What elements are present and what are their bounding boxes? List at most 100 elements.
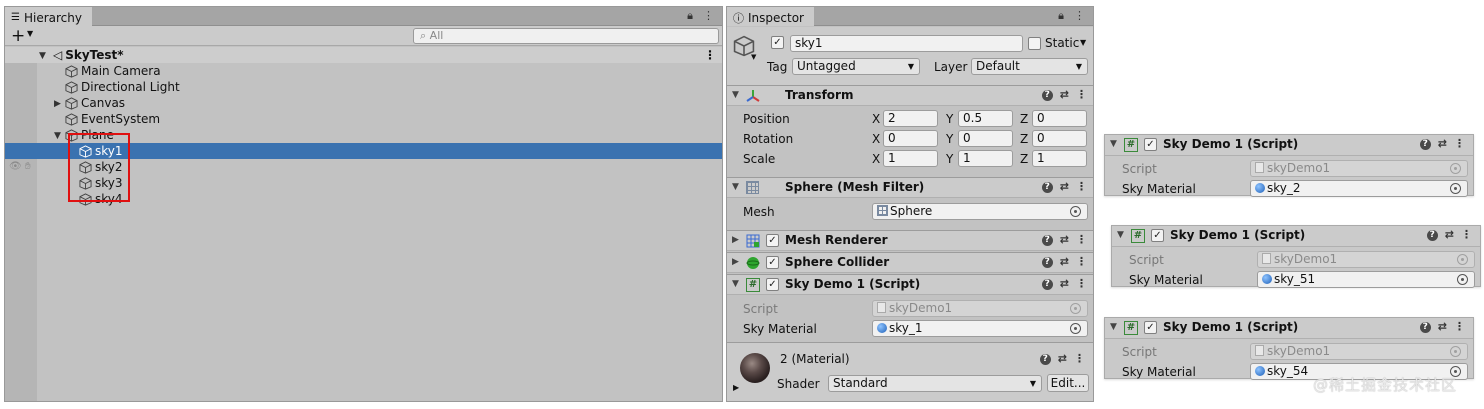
object-name-field[interactable]: sky1	[790, 35, 1023, 52]
active-checkbox[interactable]: ✓	[771, 36, 784, 49]
scale-z-field[interactable]: 1	[1032, 150, 1087, 167]
mesh-filter-header[interactable]: ▼ Sphere (Mesh Filter) ? ⇄ ⋮	[727, 177, 1093, 198]
axis-y-label[interactable]: Y	[946, 152, 953, 166]
preset-icon[interactable]: ⇄	[1060, 233, 1069, 246]
sky-material-field[interactable]: sky_2	[1250, 180, 1468, 197]
help-icon[interactable]: ?	[1041, 257, 1053, 268]
object-picker-icon[interactable]	[1450, 183, 1461, 194]
help-icon[interactable]: ?	[1041, 279, 1053, 290]
axis-z-label[interactable]: Z	[1020, 152, 1028, 166]
enabled-checkbox[interactable]: ✓	[1144, 321, 1157, 334]
visibility-icon[interactable]: 👁︎ ✋︎	[9, 159, 31, 175]
preset-icon[interactable]: ⇄	[1060, 255, 1069, 268]
more-icon[interactable]: ⋮	[1076, 233, 1087, 246]
sky-demo-header[interactable]: ▼ # ✓ Sky Demo 1 (Script) ? ⇄ ⋮	[727, 274, 1093, 295]
help-icon[interactable]: ?	[1041, 235, 1053, 246]
help-icon[interactable]: ?	[1041, 182, 1053, 193]
mesh-field[interactable]: Sphere	[872, 203, 1088, 220]
enabled-checkbox[interactable]: ✓	[766, 278, 779, 291]
preset-icon[interactable]: ⇄	[1438, 320, 1447, 333]
tag-dropdown[interactable]: Untagged ▼	[792, 58, 920, 75]
help-icon[interactable]: ?	[1419, 139, 1431, 150]
hierarchy-item[interactable]: Main Camera	[5, 63, 722, 79]
scene-row[interactable]: ▼ ◁ SkyTest* ⋮	[5, 47, 722, 64]
rotation-z-field[interactable]: 0	[1032, 130, 1087, 147]
enabled-checkbox[interactable]: ✓	[1144, 138, 1157, 151]
scale-y-field[interactable]: 1	[958, 150, 1013, 167]
expand-arrow-icon[interactable]: ▼	[39, 48, 46, 64]
sky-material-field[interactable]: sky_1	[872, 320, 1088, 337]
rotation-y-field[interactable]: 0	[958, 130, 1013, 147]
rotation-x-field[interactable]: 0	[883, 130, 938, 147]
hierarchy-item[interactable]: EventSystem	[5, 111, 722, 127]
search-input[interactable]: ⌕ All	[413, 28, 719, 44]
sky-material-field[interactable]: sky_51	[1257, 271, 1475, 288]
hierarchy-item[interactable]: Directional Light	[5, 79, 722, 95]
preset-icon[interactable]: ⇄	[1060, 180, 1069, 193]
preset-icon[interactable]: ⇄	[1058, 352, 1067, 365]
sky-demo-header[interactable]: ▼ # ✓ Sky Demo 1 (Script) ? ⇄ ⋮	[1112, 226, 1480, 247]
enabled-checkbox[interactable]: ✓	[766, 256, 779, 269]
more-icon[interactable]: ⋮	[1461, 228, 1472, 241]
position-x-field[interactable]: 2	[883, 110, 938, 127]
more-icon[interactable]: ⋮	[1454, 137, 1465, 150]
more-icon[interactable]: ⋮	[1074, 9, 1085, 23]
hierarchy-tab[interactable]: ☰ Hierarchy	[5, 7, 92, 26]
preset-icon[interactable]: ⇄	[1060, 277, 1069, 290]
fold-arrow-icon[interactable]: ▼	[1110, 139, 1117, 149]
help-icon[interactable]: ?	[1041, 90, 1053, 101]
axis-x-label[interactable]: X	[872, 152, 880, 166]
sky-demo-header[interactable]: ▼ # ✓ Sky Demo 1 (Script) ? ⇄ ⋮	[1105, 318, 1473, 339]
fold-arrow-icon[interactable]: ▼	[732, 182, 739, 192]
fold-arrow-icon[interactable]: ▶	[733, 383, 739, 392]
edit-shader-button[interactable]: Edit...	[1047, 374, 1089, 392]
axis-y-label[interactable]: Y	[946, 132, 953, 146]
axis-y-label[interactable]: Y	[946, 112, 953, 126]
expand-arrow-icon[interactable]: ▶	[54, 96, 61, 112]
caret-down-icon[interactable]: ▼	[27, 29, 33, 38]
sphere-collider-header[interactable]: ▶ ✓ Sphere Collider ? ⇄ ⋮	[727, 252, 1093, 273]
fold-arrow-icon[interactable]: ▶	[732, 257, 739, 267]
add-button[interactable]: +	[11, 26, 25, 46]
axis-x-label[interactable]: X	[872, 132, 880, 146]
preset-icon[interactable]: ⇄	[1438, 137, 1447, 150]
object-picker-icon[interactable]	[1070, 206, 1081, 217]
object-picker-icon[interactable]	[1457, 274, 1468, 285]
preset-icon[interactable]: ⇄	[1445, 228, 1454, 241]
layer-dropdown[interactable]: Default ▼	[971, 58, 1088, 75]
more-icon[interactable]: ⋮	[703, 9, 714, 23]
hierarchy-item[interactable]: ▶ Canvas	[5, 95, 722, 112]
mesh-renderer-header[interactable]: ▶ ✓ Mesh Renderer ? ⇄ ⋮	[727, 230, 1093, 251]
more-icon[interactable]: ⋮	[1074, 352, 1085, 365]
scene-more-icon[interactable]: ⋮	[704, 47, 716, 63]
shader-dropdown[interactable]: Standard ▼	[828, 375, 1042, 392]
fold-arrow-icon[interactable]: ▼	[1110, 322, 1117, 332]
position-y-field[interactable]: 0.5	[958, 110, 1013, 127]
help-icon[interactable]: ?	[1419, 322, 1431, 333]
caret-down-icon[interactable]: ▼	[751, 53, 756, 61]
transform-header[interactable]: ▼ Transform ? ⇄ ⋮	[727, 85, 1093, 106]
fold-arrow-icon[interactable]: ▶	[732, 235, 739, 245]
object-picker-icon[interactable]	[1070, 323, 1081, 334]
more-icon[interactable]: ⋮	[1076, 255, 1087, 268]
fold-arrow-icon[interactable]: ▼	[1117, 230, 1124, 240]
caret-down-icon[interactable]: ▼	[1080, 38, 1086, 47]
help-icon[interactable]: ?	[1426, 230, 1438, 241]
fold-arrow-icon[interactable]: ▼	[732, 279, 739, 289]
scale-x-field[interactable]: 1	[883, 150, 938, 167]
more-icon[interactable]: ⋮	[1076, 180, 1087, 193]
lock-icon[interactable]: 🔒︎	[687, 9, 693, 23]
enabled-checkbox[interactable]: ✓	[1151, 229, 1164, 242]
more-icon[interactable]: ⋮	[1454, 320, 1465, 333]
preset-icon[interactable]: ⇄	[1060, 88, 1069, 101]
axis-z-label[interactable]: Z	[1020, 132, 1028, 146]
inspector-tab[interactable]: ⓘ Inspector	[727, 7, 814, 26]
position-z-field[interactable]: 0	[1032, 110, 1087, 127]
axis-x-label[interactable]: X	[872, 112, 880, 126]
more-icon[interactable]: ⋮	[1076, 88, 1087, 101]
more-icon[interactable]: ⋮	[1076, 277, 1087, 290]
axis-z-label[interactable]: Z	[1020, 112, 1028, 126]
lock-icon[interactable]: 🔒︎	[1058, 9, 1064, 23]
expand-arrow-icon[interactable]: ▼	[54, 128, 61, 144]
static-checkbox[interactable]	[1028, 37, 1041, 50]
